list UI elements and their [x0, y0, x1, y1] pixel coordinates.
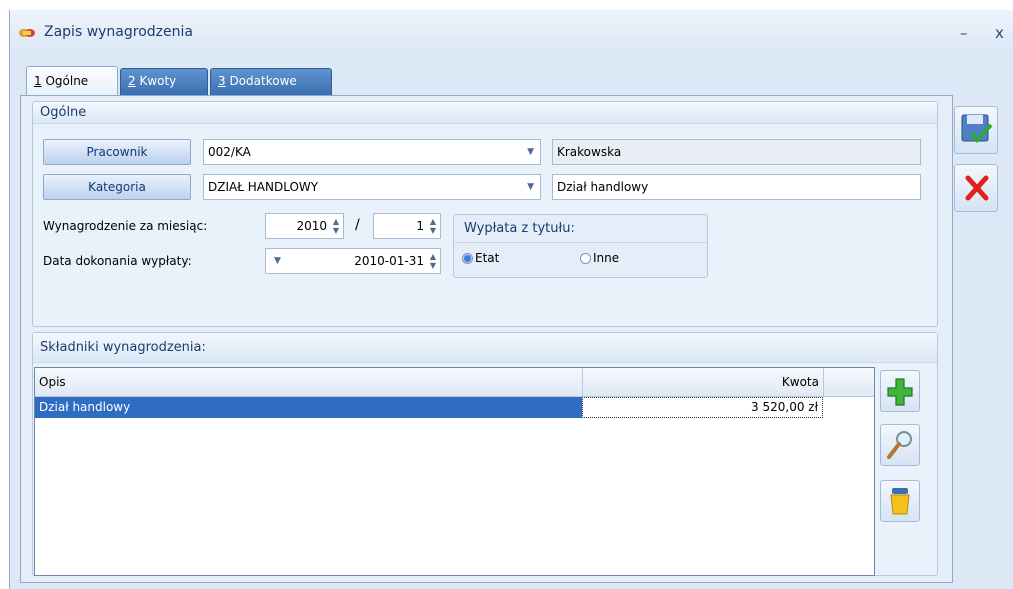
save-button[interactable] — [954, 106, 998, 154]
delete-button[interactable] — [880, 480, 920, 522]
category-code-value: DZIAŁ HANDLOWY — [208, 180, 319, 194]
minimize-button[interactable]: – — [960, 24, 968, 42]
title-bar: Zapis wynagrodzenia – x — [10, 10, 1013, 54]
tab-kwoty[interactable]: 2 Kwoty — [120, 68, 208, 95]
table-row-kwota[interactable]: 3 520,00 zł — [582, 397, 823, 418]
payout-group: Wypłata z tytułu: Etat Inne — [453, 214, 708, 278]
dropdown-arrow-icon[interactable]: ▼ — [274, 249, 281, 273]
cancel-button[interactable] — [954, 164, 998, 212]
tab-ogolne[interactable]: 1 Ogólne — [26, 66, 118, 97]
year-spinner[interactable]: 2010 ▲ ▼ — [265, 213, 344, 239]
column-divider — [823, 368, 824, 396]
dropdown-arrow-icon[interactable]: ▼ — [527, 175, 534, 199]
spin-arrows-icon[interactable]: ▲ ▼ — [428, 217, 438, 235]
general-group: Ogólne Pracownik 002/KA ▼ Krakowska Kate… — [32, 101, 938, 327]
general-caption: Ogólne — [33, 102, 937, 124]
column-opis[interactable]: Opis — [39, 368, 66, 396]
title-app-icon — [19, 29, 35, 37]
table-row-opis[interactable]: Dział handlowy — [35, 397, 582, 418]
add-icon — [887, 378, 913, 406]
category-name-field[interactable]: Dział handlowy — [552, 174, 921, 200]
month-label: Wynagrodzenie za miesiąc: — [43, 219, 208, 233]
components-table[interactable]: Opis Kwota Dział handlowy 3 520,00 zł — [34, 367, 875, 576]
components-caption: Składniki wynagrodzenia: — [33, 333, 937, 363]
view-button[interactable] — [880, 424, 920, 466]
year-value: 2010 — [296, 219, 327, 233]
etat-radio[interactable] — [462, 253, 473, 264]
employee-code-value: 002/KA — [208, 145, 251, 159]
month-separator: / — [355, 217, 360, 233]
month-spinner[interactable]: 1 ▲ ▼ — [373, 213, 441, 239]
payout-divider — [454, 242, 707, 243]
spin-arrows-icon[interactable]: ▲ ▼ — [331, 217, 341, 235]
date-picker[interactable]: ▼ 2010-01-31 ▲ ▼ — [265, 248, 441, 274]
table-header: Opis Kwota — [35, 368, 874, 397]
category-code-combo[interactable]: DZIAŁ HANDLOWY ▼ — [203, 174, 541, 200]
cancel-icon — [965, 175, 989, 201]
date-label: Data dokonania wypłaty: — [43, 254, 192, 268]
employee-code-combo[interactable]: 002/KA ▼ — [203, 139, 541, 165]
dropdown-arrow-icon[interactable]: ▼ — [527, 140, 534, 164]
inne-radio[interactable] — [580, 253, 591, 264]
spin-arrows-icon[interactable]: ▲ ▼ — [428, 252, 438, 270]
add-button[interactable] — [880, 370, 920, 412]
dialog-window: Zapis wynagrodzenia – x 1 Ogólne 2 Kwoty… — [9, 10, 1013, 589]
employee-name-field: Krakowska — [552, 139, 921, 165]
payout-caption: Wypłata z tytułu: — [464, 221, 575, 236]
delete-icon — [890, 488, 910, 515]
close-button[interactable]: x — [995, 24, 1004, 42]
tab-dodatkowe[interactable]: 3 Dodatkowe — [210, 68, 332, 95]
month-value: 1 — [416, 219, 424, 233]
etat-label: Etat — [475, 251, 500, 265]
date-value: 2010-01-31 — [354, 254, 424, 268]
category-button[interactable]: Kategoria — [43, 174, 191, 200]
column-kwota[interactable]: Kwota — [582, 368, 819, 396]
employee-button[interactable]: Pracownik — [43, 139, 191, 165]
view-icon — [887, 431, 912, 459]
window-title: Zapis wynagrodzenia — [44, 24, 193, 40]
inne-label: Inne — [593, 251, 620, 265]
save-icon — [961, 114, 993, 143]
